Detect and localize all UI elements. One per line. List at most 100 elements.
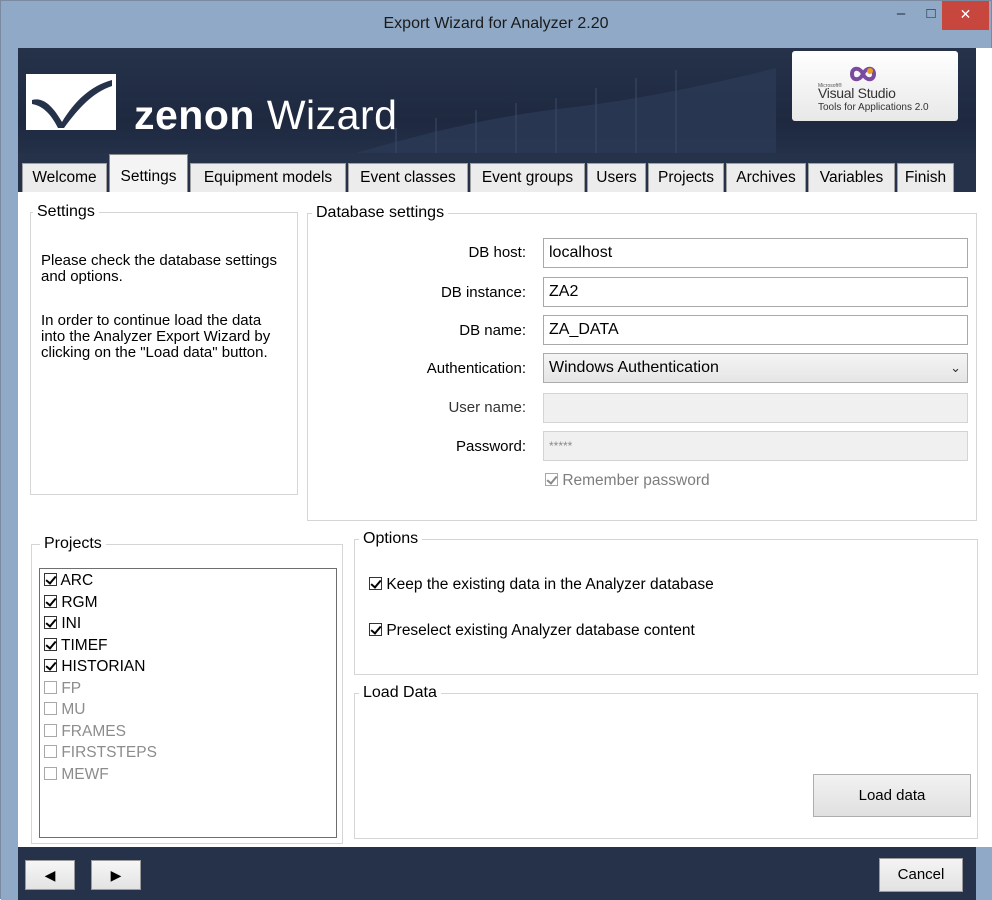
checkbox-icon bbox=[44, 767, 57, 780]
project-item-ini[interactable]: INI bbox=[44, 616, 81, 632]
db-instance-label: DB instance: bbox=[440, 284, 526, 301]
project-item-fp[interactable]: FP bbox=[44, 681, 81, 697]
project-item-rgm[interactable]: RGM bbox=[44, 595, 97, 611]
preselect-content-label: Preselect existing Analyzer database con… bbox=[386, 622, 695, 639]
window-title: Export Wizard for Analyzer 2.20 bbox=[383, 15, 609, 32]
checkbox-icon bbox=[369, 623, 382, 636]
load-data-legend: Load Data bbox=[359, 684, 441, 702]
checkbox-icon bbox=[44, 745, 57, 758]
project-label: MU bbox=[61, 701, 86, 718]
database-settings-group: Database settings DB host: localhost DB … bbox=[307, 204, 977, 521]
project-item-frames[interactable]: FRAMES bbox=[44, 724, 126, 740]
checkbox-icon bbox=[545, 473, 558, 486]
tab-strip: Welcome Settings Equipment models Event … bbox=[18, 153, 976, 194]
visual-studio-label: Visual Studio bbox=[818, 85, 896, 101]
db-name-input[interactable]: ZA_DATA bbox=[543, 315, 968, 345]
checkbox-icon bbox=[44, 638, 57, 651]
preselect-content-checkbox[interactable]: Preselect existing Analyzer database con… bbox=[369, 622, 695, 640]
project-label: INI bbox=[61, 615, 82, 632]
settings-help-text-1: Please check the database settings and o… bbox=[41, 252, 277, 285]
back-arrow-button[interactable]: ◀ bbox=[25, 860, 75, 890]
checkbox-icon bbox=[369, 577, 382, 590]
project-item-historian[interactable]: HISTORIAN bbox=[44, 659, 145, 675]
forward-arrow-button[interactable]: ▶ bbox=[91, 860, 141, 890]
tab-settings[interactable]: Settings bbox=[109, 154, 188, 194]
keep-existing-data-checkbox[interactable]: Keep the existing data in the Analyzer d… bbox=[369, 576, 714, 594]
db-host-label: DB host: bbox=[468, 244, 526, 261]
remember-password-checkbox[interactable]: Remember password bbox=[545, 472, 710, 490]
tab-event-groups[interactable]: Event groups bbox=[470, 163, 585, 193]
projects-legend: Projects bbox=[40, 535, 106, 553]
project-item-arc[interactable]: ARC bbox=[44, 573, 93, 589]
user-name-label: User name: bbox=[448, 399, 526, 416]
remember-password-label: Remember password bbox=[562, 472, 710, 489]
close-button[interactable]: ✕ bbox=[942, 1, 989, 30]
projects-group: Projects ARC RGM INI TIMEF HISTORIAN FP … bbox=[31, 535, 343, 844]
options-group: Options Keep the existing data in the An… bbox=[354, 530, 978, 675]
window-frame-right-bottom bbox=[976, 847, 992, 900]
cancel-button[interactable]: Cancel bbox=[879, 858, 963, 892]
project-label: HISTORIAN bbox=[61, 658, 146, 675]
brand-rest: Wizard bbox=[254, 92, 398, 138]
settings-page: Settings Please check the database setti… bbox=[18, 192, 992, 847]
tab-users[interactable]: Users bbox=[587, 163, 646, 193]
user-name-input[interactable] bbox=[543, 393, 968, 423]
tab-projects[interactable]: Projects bbox=[648, 163, 724, 193]
settings-info-group: Settings Please check the database setti… bbox=[30, 203, 298, 495]
project-label: RGM bbox=[61, 594, 98, 611]
project-item-mewf[interactable]: MEWF bbox=[44, 767, 109, 783]
tab-welcome[interactable]: Welcome bbox=[22, 163, 107, 193]
checkbox-icon bbox=[44, 659, 57, 672]
options-legend: Options bbox=[359, 530, 423, 548]
keep-existing-data-label: Keep the existing data in the Analyzer d… bbox=[386, 576, 714, 593]
vsta-label: Tools for Applications 2.0 bbox=[818, 102, 929, 113]
visual-studio-badge: Microsoft® Visual Studio Tools for Appli… bbox=[792, 51, 958, 121]
settings-help-text-2: In order to continue load the data into … bbox=[41, 312, 271, 361]
authentication-select[interactable]: Windows Authentication ⌄ bbox=[543, 353, 968, 383]
project-item-firststeps[interactable]: FIRSTSTEPS bbox=[44, 745, 157, 761]
tab-variables[interactable]: Variables bbox=[808, 163, 895, 193]
authentication-label: Authentication: bbox=[426, 360, 526, 377]
db-name-label: DB name: bbox=[459, 322, 526, 339]
checkbox-icon bbox=[44, 724, 57, 737]
database-settings-legend: Database settings bbox=[312, 204, 449, 222]
chevron-down-icon: ⌄ bbox=[950, 360, 961, 375]
brand-title: zenon Wizard bbox=[134, 92, 397, 139]
tab-finish[interactable]: Finish bbox=[897, 163, 954, 193]
project-label: TIMEF bbox=[61, 637, 108, 654]
settings-legend: Settings bbox=[33, 203, 99, 221]
wizard-banner: zenon Wizard Microsoft® Visual Studio To… bbox=[18, 48, 976, 153]
load-data-button[interactable]: Load data bbox=[813, 774, 971, 817]
minimize-button[interactable]: – bbox=[884, 1, 918, 30]
password-input[interactable]: ***** bbox=[543, 431, 968, 461]
project-item-timef[interactable]: TIMEF bbox=[44, 638, 108, 654]
zenon-logo-icon bbox=[26, 74, 116, 130]
password-label: Password: bbox=[455, 438, 526, 455]
checkbox-icon bbox=[44, 702, 57, 715]
tab-event-classes[interactable]: Event classes bbox=[348, 163, 468, 193]
checkbox-icon bbox=[44, 595, 57, 608]
visual-studio-logo-icon bbox=[849, 66, 877, 82]
authentication-value: Windows Authentication bbox=[549, 359, 719, 376]
checkbox-icon bbox=[44, 616, 57, 629]
title-bar[interactable]: Export Wizard for Analyzer 2.20 – □ ✕ bbox=[1, 1, 991, 48]
project-label: FRAMES bbox=[61, 723, 126, 740]
project-label: ARC bbox=[60, 572, 94, 589]
window-frame-left bbox=[1, 48, 18, 900]
projects-list[interactable]: ARC RGM INI TIMEF HISTORIAN FP MU FRAMES… bbox=[39, 568, 337, 838]
tab-equipment-models[interactable]: Equipment models bbox=[190, 163, 346, 193]
load-data-group: Load Data Load data bbox=[354, 684, 978, 839]
db-host-input[interactable]: localhost bbox=[543, 238, 968, 268]
db-instance-input[interactable]: ZA2 bbox=[543, 277, 968, 307]
banner-decoration bbox=[356, 68, 776, 153]
project-label: FP bbox=[61, 680, 82, 697]
project-label: MEWF bbox=[61, 766, 109, 783]
brand-bold: zenon bbox=[134, 92, 255, 138]
tab-archives[interactable]: Archives bbox=[726, 163, 806, 193]
checkbox-icon bbox=[44, 573, 57, 586]
project-item-mu[interactable]: MU bbox=[44, 702, 85, 718]
navigation-bar: ◀ ▶ Cancel bbox=[18, 847, 976, 900]
project-label: FIRSTSTEPS bbox=[61, 744, 157, 761]
checkbox-icon bbox=[44, 681, 57, 694]
wizard-window: Export Wizard for Analyzer 2.20 – □ ✕ ze… bbox=[0, 0, 992, 900]
